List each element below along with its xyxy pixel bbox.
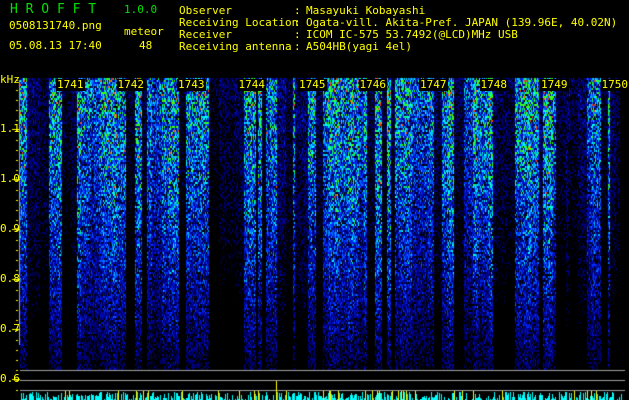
- minute-label: 1747: [419, 78, 448, 91]
- antenna-label: Receiving antenna: [179, 40, 292, 53]
- minute-label: 1746: [358, 78, 387, 91]
- filename: 0508131740.png: [9, 19, 102, 32]
- app-version: 1.0.0: [124, 3, 158, 16]
- app-title: H R O F F T: [10, 2, 97, 17]
- y-axis-unit: kHz: [0, 73, 20, 86]
- y-tick-label: 0.7: [0, 322, 20, 335]
- minute-label: 1741: [56, 78, 85, 91]
- y-tick-label: 1.1: [0, 122, 20, 135]
- minute-label: 1749: [540, 78, 569, 91]
- spectrogram-canvas: [0, 0, 629, 400]
- minute-label: 1748: [479, 78, 508, 91]
- minute-label: 1744: [237, 78, 266, 91]
- minute-label: 1742: [116, 78, 145, 91]
- datetime: 05.08.13 17:40: [9, 39, 102, 52]
- meteor-count: 48: [139, 39, 153, 52]
- minute-label: 1743: [177, 78, 206, 91]
- minute-label: 1750: [600, 78, 629, 91]
- y-tick-label: 0.8: [0, 272, 20, 285]
- y-tick-label: 0.6: [0, 372, 20, 385]
- separator: :: [294, 40, 301, 53]
- y-tick-label: 1.0: [0, 172, 20, 185]
- antenna-value: A504HB(yagi 4el): [306, 40, 412, 53]
- minute-label: 1745: [298, 78, 327, 91]
- y-tick-label: 0.9: [0, 222, 20, 235]
- meteor-label: meteor: [124, 25, 164, 38]
